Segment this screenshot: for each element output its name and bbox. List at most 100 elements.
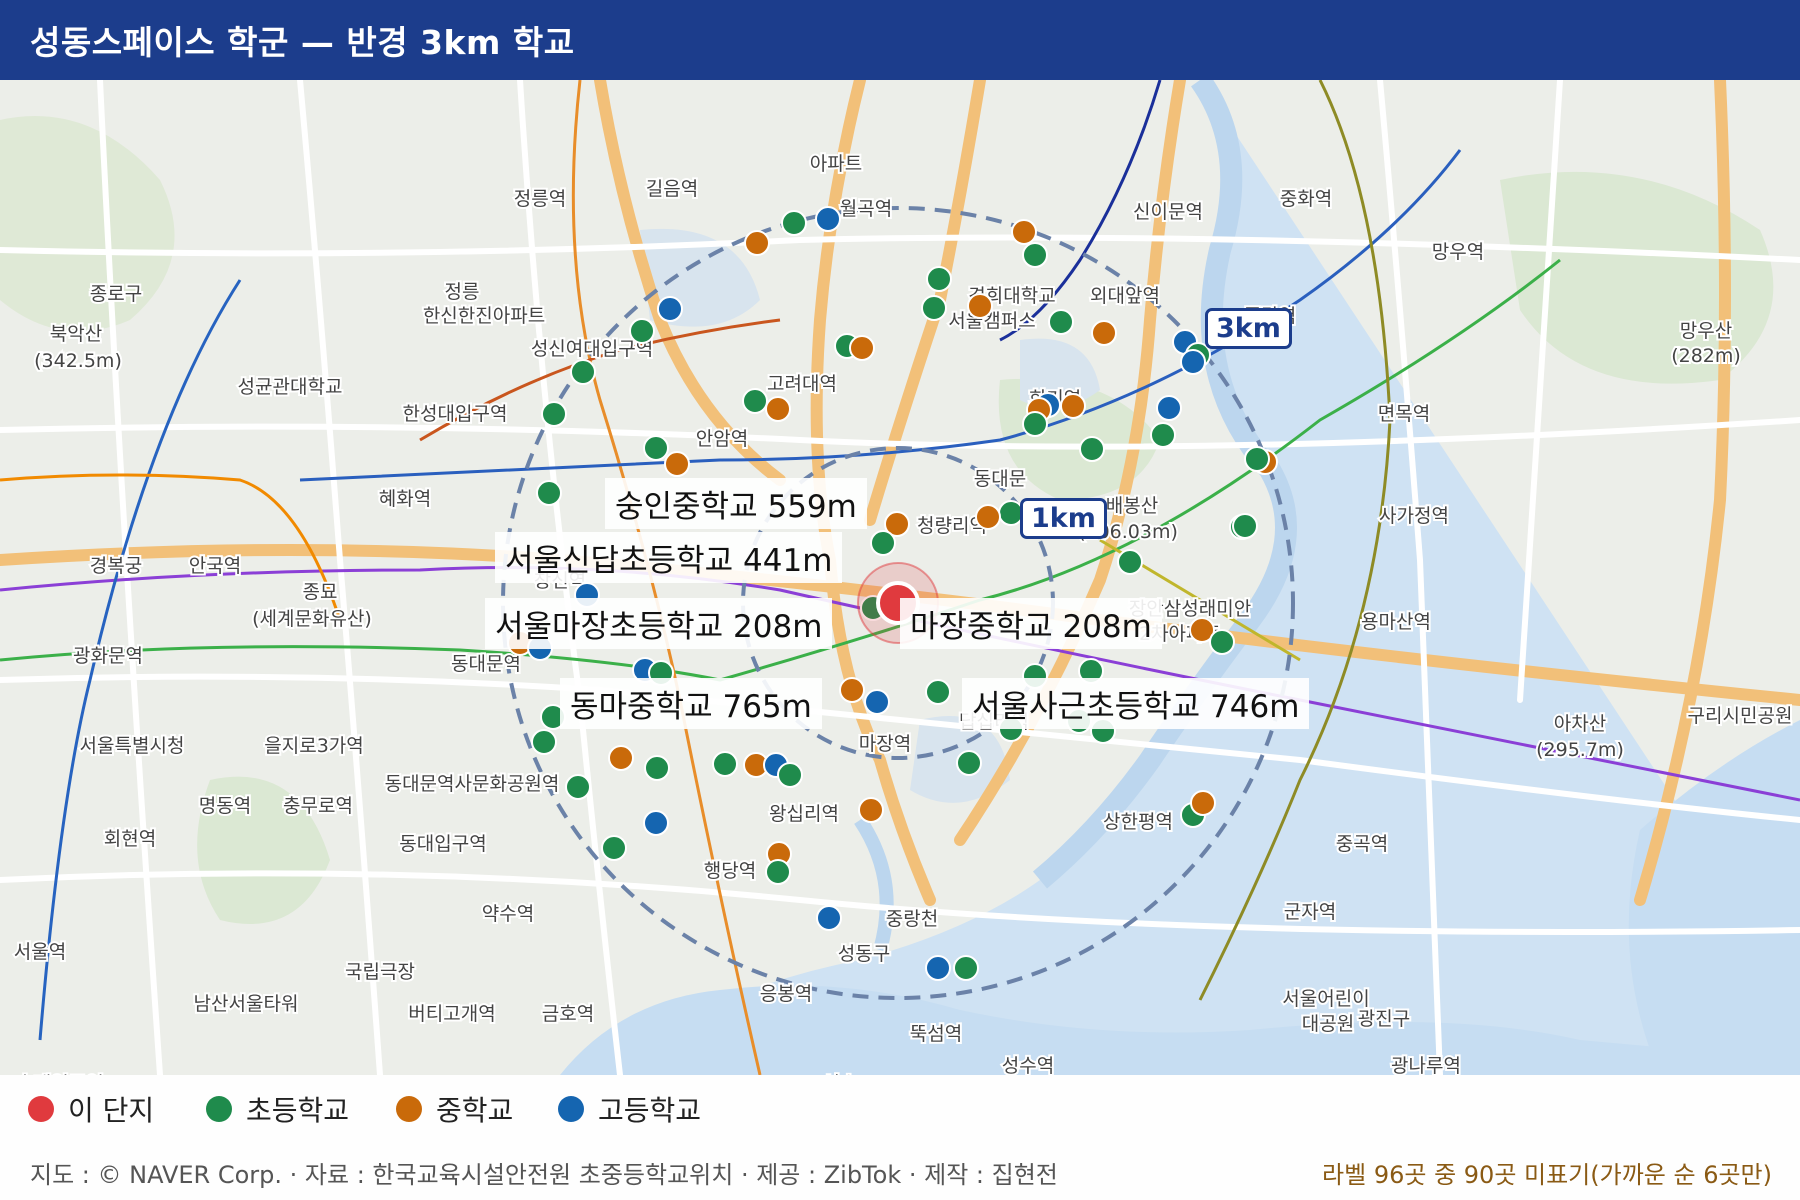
map-place-label: 응봉역 [760,983,812,1005]
map-place-label: 망우역 [1432,241,1484,263]
map-place-label: 동대입구역 [399,833,486,855]
map-place-label: 고려대역 [767,373,837,395]
high-school-marker[interactable] [643,810,669,836]
elementary-school-marker[interactable] [1232,513,1258,539]
map-place-label: 성수역 [1002,1055,1054,1075]
map-place-label: 행당역 [704,860,756,882]
map-place-label: 성동구 [838,943,890,965]
middle-school-marker[interactable] [975,504,1001,530]
middle-school-marker[interactable] [1091,320,1117,346]
map-place-label: 명동역 [199,795,251,817]
legend-swatch [206,1096,232,1122]
middle-school-marker[interactable] [839,677,865,703]
middle-school-marker[interactable] [858,797,884,823]
map-place-label: 중랑천 [886,908,938,930]
elementary-school-marker[interactable] [781,210,807,236]
map-place-label: 길음역 [646,178,698,200]
high-school-marker[interactable] [816,905,842,931]
school-label-1[interactable]: 숭인중학교 559m [605,478,867,529]
elementary-school-marker[interactable] [1022,411,1048,437]
middle-school-marker[interactable] [765,396,791,422]
elementary-school-marker[interactable] [629,318,655,344]
middle-school-marker[interactable] [1190,790,1216,816]
middle-school-marker[interactable] [608,745,634,771]
elementary-school-marker[interactable] [601,835,627,861]
map-place-label: 버티고개역 [408,1003,495,1025]
map-place-label: 성균관대학교 [238,376,343,398]
school-label-3[interactable]: 서울마장초등학교 208m [485,598,833,649]
map-place-label: 배봉산 [1106,495,1158,517]
elementary-school-marker[interactable] [926,266,952,292]
map-place-label: 서울캠퍼스 [948,310,1035,332]
school-label-4[interactable]: 마장중학교 208m [900,598,1162,649]
middle-school-marker[interactable] [967,293,993,319]
middle-school-marker[interactable] [1011,219,1037,245]
map-place-label: 한신한진아파트 [423,305,545,327]
elementary-school-marker[interactable] [712,751,738,777]
high-school-marker[interactable] [815,206,841,232]
map-place-label: 신이문역 [1133,201,1203,223]
map-place-label: 서울역 [14,941,66,963]
elementary-school-marker[interactable] [1150,422,1176,448]
elementary-school-marker[interactable] [531,729,557,755]
elementary-school-marker[interactable] [765,859,791,885]
map-place-label: 왕십리역 [769,803,839,825]
high-school-marker[interactable] [657,296,683,322]
map-view[interactable]: 정릉역길음역월곡역신이문역중화역망우역성신여대입구역고려대역회기역외대앞역중랑역… [0,73,1800,1152]
legend-swatch [558,1096,584,1122]
elementary-school-marker[interactable] [1209,629,1235,655]
elementary-school-marker[interactable] [956,750,982,776]
elementary-school-marker[interactable] [921,295,947,321]
map-place-label: 동대문역사문화공원역 [385,773,560,795]
school-label-2[interactable]: 서울신답초등학교 441m [495,532,843,583]
high-school-marker[interactable] [925,955,951,981]
map-place-label: 망우산 [1680,320,1732,342]
legend-item-elementary: 초등학교 [206,1089,349,1129]
map-place-label: 북악산 [50,323,102,345]
elementary-school-marker[interactable] [536,480,562,506]
map-place-label: 종묘 [303,581,338,603]
map-place-label: (282m) [1671,345,1741,367]
legend-item-middle: 중학교 [396,1089,513,1129]
middle-school-marker[interactable] [1060,393,1086,419]
high-school-marker[interactable] [1156,395,1182,421]
elementary-school-marker[interactable] [1244,446,1270,472]
elementary-school-marker[interactable] [1079,436,1105,462]
map-place-label: 뚝섬역 [910,1023,962,1045]
legend-swatch [28,1096,54,1122]
map-place-label: 국립극장 [345,961,415,983]
high-school-marker[interactable] [1180,349,1206,375]
map-place-label: 혜화역 [379,488,431,510]
middle-school-marker[interactable] [664,451,690,477]
middle-school-marker[interactable] [744,230,770,256]
elementary-school-marker[interactable] [1048,309,1074,335]
elementary-school-marker[interactable] [644,755,670,781]
map-place-label: 광화문역 [73,645,143,667]
elementary-school-marker[interactable] [953,955,979,981]
elementary-school-marker[interactable] [1117,549,1143,575]
elementary-school-marker[interactable] [565,774,591,800]
elementary-school-marker[interactable] [1022,242,1048,268]
high-school-marker[interactable] [864,689,890,715]
elementary-school-marker[interactable] [870,530,896,556]
map-canvas[interactable]: 정릉역길음역월곡역신이문역중화역망우역성신여대입구역고려대역회기역외대앞역중랑역… [0,73,1800,1152]
elementary-school-marker[interactable] [541,401,567,427]
header-bar: 성동스페이스 학군 — 반경 3km 학교 [0,0,1800,80]
map-place-label: 구리시민공원 [1688,705,1793,727]
elementary-school-marker[interactable] [742,388,768,414]
legend-swatch [396,1096,422,1122]
elementary-school-marker[interactable] [643,435,669,461]
map-place-label: 사가정역 [1379,505,1449,527]
school-label-6[interactable]: 서울사근초등학교 746m [962,678,1310,729]
middle-school-marker[interactable] [849,335,875,361]
label-note: 라벨 96곳 중 90곳 미표기(가까운 순 6곳만) [1322,1161,1772,1189]
elementary-school-marker[interactable] [925,679,951,705]
elementary-school-marker[interactable] [777,762,803,788]
legend-panel: 이 단지 초등학교 중학교 고등학교 지도 : © NAVER Corp. · … [0,1075,1800,1200]
map-place-label: (342.5m) [34,350,122,372]
ring-label-1km: 1km [1020,498,1107,539]
map-place-label: 용마산역 [1361,611,1431,633]
school-label-5[interactable]: 동마중학교 765m [560,678,822,729]
map-place-label: 면목역 [1378,403,1430,425]
elementary-school-marker[interactable] [570,359,596,385]
